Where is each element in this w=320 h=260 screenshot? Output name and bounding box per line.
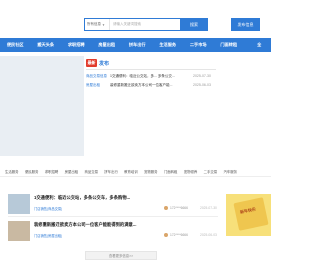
- notice-badge: 最新: [86, 59, 97, 67]
- notice-divider: [86, 69, 216, 70]
- notice-text: 1交通便利：临近公交站，多... 多条公交...: [110, 73, 175, 78]
- notice-panel: 最新 发布 商品交易信息 1交通便利：临近公交站，多... 多条公交... 20…: [86, 58, 216, 98]
- notice-tag: 商品交易信息: [86, 73, 107, 78]
- category-item[interactable]: 门面转租: [164, 169, 178, 174]
- list-divider: [8, 216, 218, 217]
- listing-thumbnail[interactable]: [8, 221, 30, 241]
- nav-item-community[interactable]: 便民社区: [0, 38, 31, 52]
- category-item[interactable]: 宠物领养: [184, 169, 198, 174]
- nav-item-jobs[interactable]: 求职招聘: [61, 38, 92, 52]
- listing-date: 2025-07-30: [200, 206, 217, 210]
- listing-title[interactable]: 装修重新搬迁欲卖方本公司一位客户能能得到的满意...: [34, 222, 136, 228]
- category-item[interactable]: 求职招聘: [45, 169, 59, 174]
- category-item[interactable]: 房屋出租: [65, 169, 79, 174]
- chevron-down-icon: ▼: [102, 22, 105, 27]
- load-more-button[interactable]: 查看更多信息>>: [85, 251, 157, 260]
- listing-category[interactable]: 门店销售|商品交易|: [34, 206, 62, 211]
- avatar-icon: [164, 233, 168, 237]
- notice-date: 2025-07-30: [193, 74, 211, 78]
- search-button[interactable]: 搜索: [180, 18, 208, 31]
- avatar-icon: [164, 206, 168, 210]
- notice-header: 最新 发布: [86, 58, 216, 68]
- banner-image[interactable]: [0, 56, 84, 156]
- nav-item-carpool[interactable]: 拼车出行: [122, 38, 153, 52]
- listing-date: 2025-06-03: [200, 233, 217, 237]
- nav-item-rental[interactable]: 房屋出租: [92, 38, 123, 52]
- listing-item[interactable]: 装修重新搬迁欲卖方本公司一位客户能能得到的满意... 门店销售|房屋出租| 17…: [8, 221, 218, 243]
- main-nav: 便民社区 搬天头条 求职招聘 房屋出租 拼车出行 生活服务 二手市场 门面转租 …: [0, 38, 271, 52]
- listing-item[interactable]: 1交通便利：临近公交站，多条公交车，多条购物... 门店销售|商品交易| 172…: [8, 194, 218, 216]
- category-item[interactable]: 汽车服务: [223, 169, 237, 174]
- category-item[interactable]: 二手交易: [204, 169, 218, 174]
- notice-row[interactable]: 商品交易信息 1交通便利：临近公交站，多... 多条公交... 2025-07-…: [86, 72, 216, 80]
- category-item[interactable]: 拼车出行: [104, 169, 118, 174]
- notice-text: 装修重新搬迁欲卖方本公司一位客户能...: [110, 82, 173, 87]
- search-select-label: 所有信息: [87, 22, 101, 26]
- page: 所有信息 ▼ 请输入关键词搜索 搜索 发布信息 便民社区 搬天头条 求职招聘 房…: [0, 0, 271, 260]
- notice-title: 发布: [99, 60, 110, 67]
- notice-date: 2025-06-03: [193, 83, 211, 87]
- category-item[interactable]: 宠物服务: [144, 169, 158, 174]
- notice-tag: 房屋出租: [86, 82, 100, 87]
- listing-user: 172****6666: [170, 206, 188, 210]
- nav-item-shopfront[interactable]: 门面转租: [214, 38, 245, 52]
- ad-card-shape: [233, 197, 269, 231]
- nav-item-headlines[interactable]: 搬天头条: [31, 38, 62, 52]
- category-item[interactable]: 教育培训: [124, 169, 138, 174]
- listing-title[interactable]: 1交通便利：临近公交站，多条公交车，多条购物...: [34, 195, 130, 201]
- category-item[interactable]: 商品交易: [84, 169, 98, 174]
- publish-button[interactable]: 发布信息: [231, 18, 260, 31]
- notice-row[interactable]: 房屋出租 装修重新搬迁欲卖方本公司一位客户能... 2025-06-03: [86, 81, 216, 89]
- search-category-select[interactable]: 所有信息 ▼: [85, 19, 110, 30]
- listing-user: 172****6666: [170, 233, 188, 237]
- nav-item-services[interactable]: 生活服务: [153, 38, 184, 52]
- category-item[interactable]: 便民服务: [25, 169, 39, 174]
- listing-category[interactable]: 门店销售|房屋出租|: [34, 233, 62, 238]
- nav-item-secondhand[interactable]: 二手市场: [183, 38, 214, 52]
- listing-thumbnail[interactable]: [8, 194, 30, 214]
- side-ad-image[interactable]: 新年快乐: [226, 194, 271, 236]
- category-item[interactable]: 生活服务: [5, 169, 19, 174]
- category-bar: 生活服务 便民服务 求职招聘 房屋出租 商品交易 拼车出行 教育培训 宠物服务 …: [0, 167, 271, 177]
- nav-item-more[interactable]: 全: [244, 38, 271, 52]
